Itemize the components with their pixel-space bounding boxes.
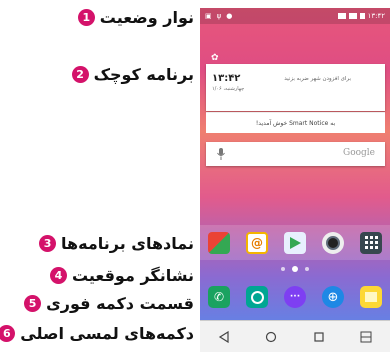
signal-icon <box>348 13 357 19</box>
callout-status-bar: نوار وضعیت 1 <box>77 8 194 27</box>
back-icon <box>218 331 229 343</box>
callout-text: نشانگر موقعیت <box>71 266 194 285</box>
callout-text: نمادهای برنامه‌ها <box>61 234 194 253</box>
android-icon: ● <box>226 12 233 20</box>
apps-drawer-icon[interactable] <box>360 231 382 254</box>
callout-number: 2 <box>71 66 89 83</box>
memo-icon[interactable] <box>360 286 382 308</box>
quick-button-dock: ✆ ··· ⊕ <box>200 279 390 315</box>
page-dot[interactable] <box>305 267 309 271</box>
callout-home-touch-buttons: دکمه‌های لمسی اصلی 6 <box>0 324 194 343</box>
callout-text: نوار وضعیت <box>99 8 194 27</box>
status-bar-system: ۱۳:۴۲ <box>337 12 385 20</box>
page-dot[interactable] <box>281 267 285 271</box>
camera-app-icon[interactable] <box>322 231 344 254</box>
messaging-icon[interactable]: ··· <box>284 286 306 308</box>
home-icon <box>266 331 277 343</box>
callout-number: 3 <box>39 235 57 252</box>
status-time: ۱۳:۴۲ <box>367 12 385 20</box>
dual-window-button[interactable] <box>359 330 373 344</box>
page-indicator[interactable] <box>200 266 390 272</box>
notification-icon: ▣ <box>205 12 212 20</box>
usb-icon: ψ <box>216 12 222 20</box>
back-button[interactable] <box>217 330 231 344</box>
callout-location-indicator: نشانگر موقعیت 4 <box>49 266 194 285</box>
widget-date: چهارشنبه، ۱/۰۶ <box>212 86 245 92</box>
smart-notice-text: به Smart Notice خوش آمدید! <box>255 119 336 127</box>
battery-icon <box>359 13 365 19</box>
phone-icon[interactable]: ✆ <box>208 286 230 308</box>
callout-quick-button-area: قسمت دکمه فوری 5 <box>24 294 194 313</box>
callout-number: 1 <box>77 9 95 26</box>
home-button[interactable] <box>264 330 278 344</box>
widget-weather-text[interactable]: برای افزودن شهر ضربه بزنید <box>284 76 351 82</box>
status-bar: ▣ ψ ● ۱۳:۴۲ <box>200 8 390 24</box>
callout-text: برنامه کوچک <box>93 65 194 84</box>
google-search-widget[interactable]: Google <box>206 142 385 166</box>
email-app-icon[interactable]: @ <box>246 231 268 254</box>
contacts-icon[interactable] <box>246 286 268 308</box>
home-touch-buttons <box>200 320 390 352</box>
callout-number: 5 <box>24 295 42 312</box>
callout-text: دکمه‌های لمسی اصلی <box>20 324 194 343</box>
dual-window-icon <box>360 331 372 343</box>
recent-apps-icon <box>314 332 324 342</box>
app-icons-row: @ <box>200 225 390 260</box>
widget-time: ۱۳:۴۲ <box>212 73 241 84</box>
google-apps-folder-icon[interactable] <box>208 231 230 254</box>
status-bar-notifications: ▣ ψ ● <box>205 12 232 20</box>
recent-apps-button[interactable] <box>312 330 326 344</box>
play-store-icon[interactable] <box>284 231 306 254</box>
callout-widget: برنامه کوچک 2 <box>71 65 194 84</box>
browser-icon[interactable]: ⊕ <box>322 286 344 308</box>
callout-number: 4 <box>49 267 67 284</box>
mic-icon[interactable] <box>216 147 226 161</box>
google-search-placeholder: Google <box>343 148 375 158</box>
callout-text: قسمت دکمه فوری <box>46 294 194 313</box>
callout-app-icons: نمادهای برنامه‌ها 3 <box>39 234 194 253</box>
phone-screen: ▣ ψ ● ۱۳:۴۲ ✿ ۱۳:۴۲ چهارشنبه، ۱/۰۶ برای … <box>200 8 390 352</box>
page-dot-active[interactable] <box>292 266 298 272</box>
wifi-icon <box>337 13 346 19</box>
clock-weather-widget[interactable]: ✿ ۱۳:۴۲ چهارشنبه، ۱/۰۶ برای افزودن شهر ض… <box>206 53 385 111</box>
callout-number: 6 <box>0 325 16 342</box>
smart-notice-widget[interactable]: به Smart Notice خوش آمدید! <box>206 112 385 133</box>
gear-icon[interactable]: ✿ <box>211 53 219 63</box>
